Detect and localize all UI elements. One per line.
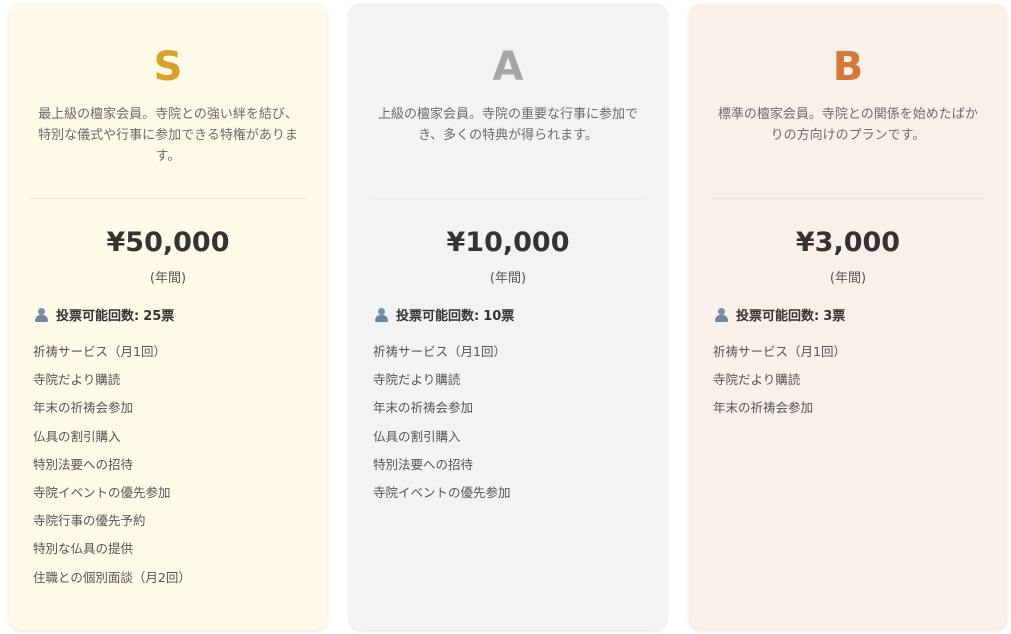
votes-count: 投票可能回数: 10票 — [373, 305, 667, 324]
votes-label: 投票可能回数: — [736, 309, 820, 324]
plan-description: 上級の檀家会員。寺院の重要な行事に参加でき、多くの特典が得られます。 — [377, 107, 638, 143]
feature-item: 寺院だより購読 — [373, 372, 461, 388]
feature-item: 住職との個別面談（月2回） — [33, 569, 191, 585]
user-icon — [33, 307, 50, 323]
feature-item: 祈祷サービス（月1回） — [713, 344, 846, 359]
feature-item: 祈祷サービス（月1回） — [373, 344, 506, 359]
feature-item: 特別法要への招待 — [373, 456, 474, 472]
plan-period: (年間) — [829, 271, 867, 286]
feature-item: 仏具の割引購入 — [33, 428, 121, 444]
feature-item: 特別な仏具の提供 — [33, 541, 134, 557]
plan-rank: S — [153, 44, 183, 90]
plan-period: (年間) — [489, 271, 527, 286]
feature-list: 祈祷サービス（月1回） 寺院だより購読 年末の祈祷会参加 仏具の割引購入 特別法… — [373, 338, 667, 507]
feature-item: 祈祷サービス（月1回） — [33, 344, 166, 359]
votes-label: 投票可能回数: — [56, 309, 140, 324]
votes-label: 投票可能回数: — [396, 309, 480, 324]
plan-card-s[interactable]: S 最上級の檀家会員。寺院との強い絆を結び、特別な儀式や行事に参加できる特権があ… — [9, 4, 327, 630]
votes-value: 25票 — [143, 309, 175, 324]
votes-value: 10票 — [483, 309, 515, 324]
feature-item: 寺院だより購読 — [33, 372, 121, 388]
feature-item: 寺院イベントの優先参加 — [373, 485, 511, 501]
plan-price: ¥10,000 — [446, 227, 570, 258]
feature-item: 寺院行事の優先予約 — [33, 513, 146, 529]
membership-plans: S 最上級の檀家会員。寺院との強い絆を結び、特別な儀式や行事に参加できる特権があ… — [0, 0, 1011, 634]
plan-rank: A — [492, 44, 524, 90]
plan-description: 最上級の檀家会員。寺院との強い絆を結び、特別な儀式や行事に参加できる特権がありま… — [38, 107, 298, 164]
feature-item: 寺院イベントの優先参加 — [33, 485, 171, 501]
feature-item: 年末の祈祷会参加 — [713, 400, 814, 416]
plan-card-a[interactable]: A 上級の檀家会員。寺院の重要な行事に参加でき、多くの特典が得られます。 ¥10… — [349, 4, 667, 630]
plan-rank: B — [832, 44, 864, 90]
feature-list: 祈祷サービス（月1回） 寺院だより購読 年末の祈祷会参加 — [713, 338, 1007, 423]
user-icon — [713, 307, 730, 323]
feature-item: 年末の祈祷会参加 — [33, 400, 134, 416]
plan-price: ¥50,000 — [106, 227, 230, 258]
votes-value: 3票 — [823, 309, 846, 324]
votes-count: 投票可能回数: 25票 — [33, 305, 327, 324]
feature-item: 寺院だより購読 — [713, 372, 801, 388]
plan-card-b[interactable]: B 標準の檀家会員。寺院との関係を始めたばかりの方向けのプランです。 ¥3,00… — [689, 4, 1007, 630]
plan-description: 標準の檀家会員。寺院との関係を始めたばかりの方向けのプランです。 — [717, 107, 979, 143]
plan-price: ¥3,000 — [795, 227, 901, 258]
feature-item: 仏具の割引購入 — [373, 428, 461, 444]
divider — [369, 198, 647, 199]
divider — [709, 198, 987, 199]
votes-count: 投票可能回数: 3票 — [713, 305, 1007, 324]
user-icon — [373, 307, 390, 323]
divider — [29, 198, 307, 199]
feature-list: 祈祷サービス（月1回） 寺院だより購読 年末の祈祷会参加 仏具の割引購入 特別法… — [33, 338, 327, 592]
feature-item: 年末の祈祷会参加 — [373, 400, 474, 416]
feature-item: 特別法要への招待 — [33, 456, 134, 472]
plan-period: (年間) — [149, 271, 187, 286]
